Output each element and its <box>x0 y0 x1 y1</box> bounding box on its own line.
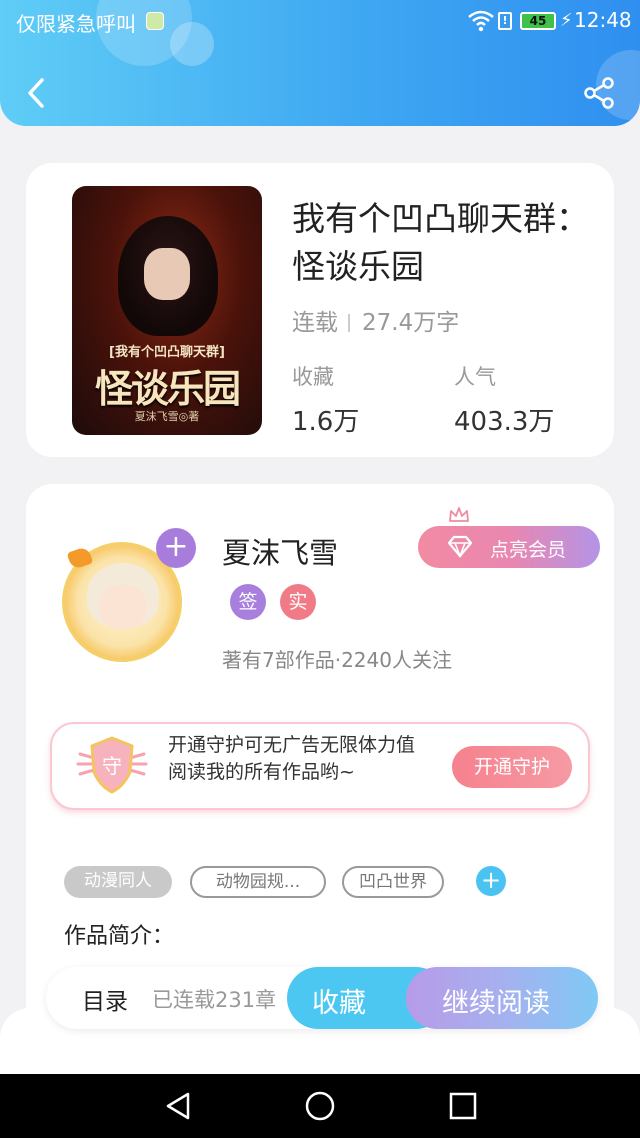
guard-shield-icon: 守 <box>76 736 148 794</box>
guard-shield-text: 守 <box>102 754 122 778</box>
crown-icon <box>449 507 469 522</box>
continue-reading-button[interactable]: 继续阅读 <box>406 967 598 1029</box>
system-nav-bar <box>0 1074 640 1138</box>
cover-character-face <box>144 248 190 300</box>
author-name[interactable]: 夏沫飞雪 <box>222 530 338 572</box>
avatar-decoration <box>66 545 94 571</box>
avatar-face <box>99 585 147 629</box>
favorites-count: 1.6万 <box>292 407 360 437</box>
clock-time: 12:48 <box>574 8 632 32</box>
signed-badge: 签 <box>230 584 266 620</box>
author-card: + 夏沫飞雪 签 实 著有7部作品·2240人关注 点亮会员 守 开通守护可无广… <box>26 484 614 1044</box>
nav-back-icon[interactable] <box>164 1091 192 1121</box>
add-tag-button[interactable]: + <box>476 866 506 896</box>
share-button[interactable] <box>582 76 616 110</box>
verified-badge: 实 <box>280 584 316 620</box>
status-bar: 仅限紧急呼叫 ! 45 ⚡ 12:48 <box>0 0 640 44</box>
author-avatar-wrap: + <box>40 520 208 670</box>
popularity-label: 人气 <box>454 365 496 389</box>
nav-recents-icon[interactable] <box>449 1092 477 1120</box>
book-info-card: [我有个凹凸聊天群] 怪谈乐园 夏沫飞雪◎著 我有个凹凸聊天群：怪谈乐园 连载 2… <box>26 163 614 457</box>
carrier-text: 仅限紧急呼叫 <box>16 12 136 36</box>
continue-reading-label: 继续阅读 <box>442 988 550 1019</box>
diamond-icon <box>447 535 473 559</box>
wifi-icon <box>468 10 494 32</box>
chapter-count[interactable]: 已连载231章 <box>152 984 276 1014</box>
author-meta: 著有7部作品·2240人关注 <box>222 648 452 672</box>
sim-alert-icon: ! <box>498 12 512 30</box>
toc-button[interactable]: 目录 <box>82 982 128 1016</box>
cover-title: 怪谈乐园 <box>94 367 241 411</box>
vip-button-label: 点亮会员 <box>490 539 567 561</box>
popularity-count: 403.3万 <box>454 407 555 437</box>
header-bar: 仅限紧急呼叫 ! 45 ⚡ 12:48 <box>0 0 640 126</box>
serial-status: 连载 <box>292 310 338 336</box>
word-count: 27.4万字 <box>362 310 460 336</box>
synopsis-heading: 作品简介： <box>64 924 175 949</box>
guard-description: 开通守护可无广告无限体力值阅读我的所有作品哟~ <box>168 734 416 783</box>
app-notification-icon <box>146 12 164 30</box>
book-title: 我有个凹凸聊天群：怪谈乐园 <box>292 199 589 286</box>
follow-plus-button[interactable]: + <box>156 528 196 568</box>
book-status-row: 连载 27.4万字 <box>292 303 459 337</box>
tag-anime-fanfic[interactable]: 动漫同人 <box>64 866 172 898</box>
tag-zoo-rules[interactable]: 动物园规... <box>190 866 326 898</box>
divider <box>348 314 350 332</box>
back-button[interactable] <box>22 74 50 112</box>
cover-author: 夏沫飞雪◎著 <box>134 410 200 423</box>
battery-icon: 45 <box>520 12 556 30</box>
guardian-banner: 守 开通守护可无广告无限体力值阅读我的所有作品哟~ 开通守护 <box>50 722 590 810</box>
favorite-button-label: 收藏 <box>312 988 366 1019</box>
book-cover[interactable]: [我有个凹凸聊天群] 怪谈乐园 夏沫飞雪◎著 <box>72 186 262 435</box>
charging-icon: ⚡ <box>560 10 573 31</box>
tag-aotu-world[interactable]: 凹凸世界 <box>342 866 444 898</box>
favorites-label: 收藏 <box>292 365 334 389</box>
nav-home-icon[interactable] <box>304 1090 336 1122</box>
open-guard-button[interactable]: 开通守护 <box>452 746 572 788</box>
vip-button[interactable]: 点亮会员 <box>418 507 600 568</box>
